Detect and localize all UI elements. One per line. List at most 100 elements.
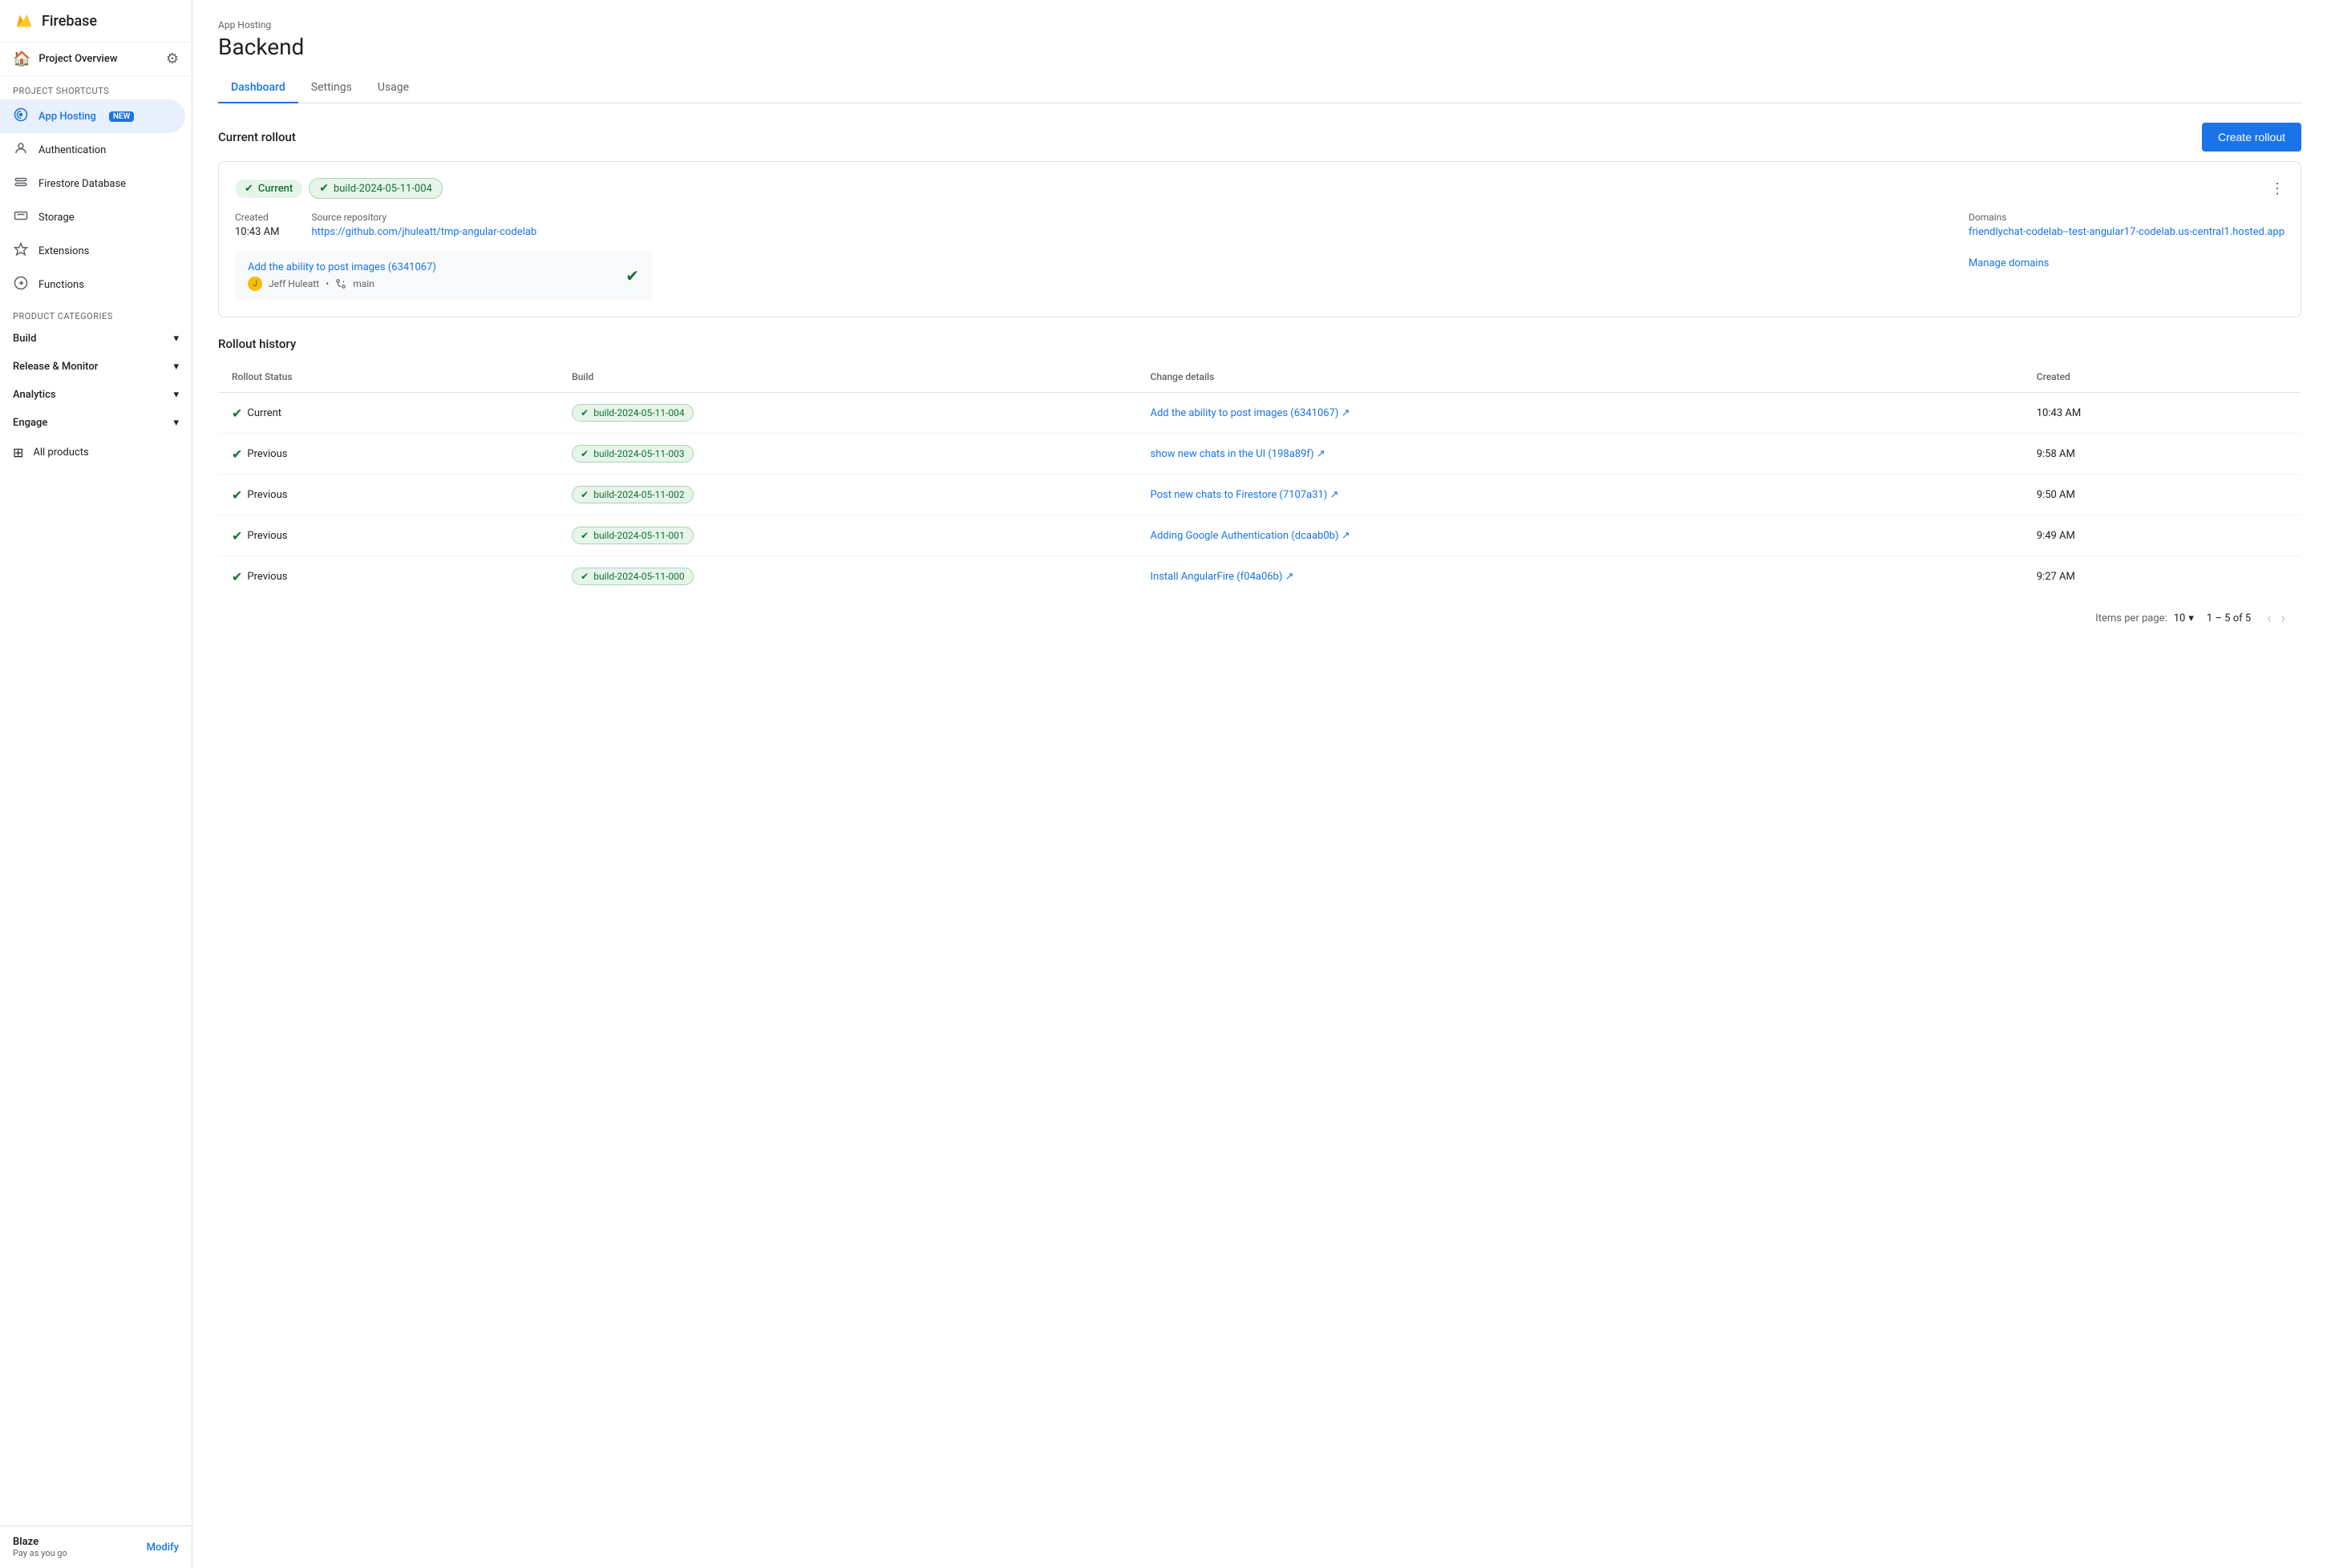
- rollout-card-left: Created 10:43 AM Source repository https…: [235, 212, 1943, 301]
- sidebar-item-authentication[interactable]: Authentication: [0, 133, 185, 167]
- build-badge-label: build-2024-05-11-000: [593, 571, 684, 582]
- modify-button[interactable]: Modify: [147, 1542, 179, 1554]
- status-icon: ✔: [232, 569, 242, 584]
- create-rollout-button[interactable]: Create rollout: [2202, 123, 2301, 152]
- col-rollout-status: Rollout Status: [219, 362, 560, 393]
- build-cell-1: ✔build-2024-05-11-003: [559, 434, 1137, 475]
- current-check-icon: ✔: [245, 183, 253, 195]
- rollout-menu-icon[interactable]: ⋮: [2270, 180, 2285, 197]
- created-label: Created: [235, 212, 279, 223]
- build-badge-label: build-2024-05-11-002: [593, 489, 684, 500]
- domain-link[interactable]: friendlychat-codelab--test-angular17-cod…: [1969, 226, 2285, 238]
- commit-link[interactable]: Add the ability to post images (6341067): [248, 261, 436, 273]
- build-check-icon: ✔: [319, 182, 329, 195]
- status-cell-3: ✔Previous: [219, 515, 560, 556]
- status-cell-4: ✔Previous: [219, 556, 560, 597]
- change-cell-2: Post new chats to Firestore (7107a31) ↗: [1137, 475, 2023, 515]
- items-per-page: Items per page: 10 ▾: [2095, 612, 2194, 624]
- project-overview-row[interactable]: 🏠 Project Overview ⚙: [0, 42, 192, 76]
- storage-label: Storage: [38, 212, 75, 224]
- manage-domains-link[interactable]: Manage domains: [1969, 257, 2285, 269]
- sidebar-item-extensions[interactable]: Extensions: [0, 234, 185, 268]
- commit-branch: main: [353, 278, 374, 289]
- build-cell-0: ✔build-2024-05-11-004: [559, 393, 1137, 434]
- status-cell-2: ✔Previous: [219, 475, 560, 515]
- commit-meta: J Jeff Huleatt • main: [248, 277, 436, 291]
- project-overview-label: Project Overview: [38, 53, 117, 65]
- created-cell-4: 9:27 AM: [2024, 556, 2301, 597]
- sidebar-category-build[interactable]: Build ▾: [0, 325, 192, 353]
- all-products-label: All products: [33, 447, 88, 459]
- status-text: Previous: [247, 448, 287, 460]
- sidebar-category-analytics[interactable]: Analytics ▾: [0, 381, 192, 409]
- build-badge: ✔build-2024-05-11-000: [572, 568, 693, 585]
- functions-icon: [13, 276, 29, 293]
- sidebar-item-functions[interactable]: Functions: [0, 268, 185, 301]
- sidebar-category-release-monitor[interactable]: Release & Monitor ▾: [0, 353, 192, 381]
- engage-label: Engage: [13, 417, 47, 429]
- per-page-chevron-icon: ▾: [2188, 612, 2194, 624]
- plan-name: Blaze: [13, 1536, 67, 1548]
- per-page-select[interactable]: 10 ▾: [2174, 612, 2194, 624]
- rollout-history-table: Rollout Status Build Change details Crea…: [218, 361, 2301, 597]
- release-monitor-chevron-icon: ▾: [173, 361, 179, 373]
- build-badge: ✔build-2024-05-11-003: [572, 445, 693, 463]
- tab-dashboard[interactable]: Dashboard: [218, 73, 298, 103]
- build-badge-label: build-2024-05-11-003: [593, 448, 684, 459]
- firestore-label: Firestore Database: [38, 178, 126, 190]
- build-badge: ✔ build-2024-05-11-002: [572, 486, 693, 503]
- change-cell-4: Install AngularFire (f04a06b) ↗: [1137, 556, 2023, 597]
- commit-author: Jeff Huleatt: [269, 278, 319, 289]
- author-avatar: J: [248, 277, 262, 291]
- status-icon: ✔: [232, 406, 242, 421]
- source-repo-link[interactable]: https://github.com/jhuleatt/tmp-angular-…: [311, 226, 536, 238]
- tab-usage[interactable]: Usage: [365, 73, 422, 103]
- table-row: ✔Previous ✔ build-2024-05-11-001 Adding Goo…: [219, 515, 2301, 556]
- status-text: Current: [247, 407, 281, 419]
- rollout-card-body: Created 10:43 AM Source repository https…: [235, 212, 2285, 301]
- status-cell-1: ✔Previous: [219, 434, 560, 475]
- build-badge-check: ✔: [581, 530, 589, 541]
- sidebar-footer: Blaze Pay as you go Modify: [0, 1526, 192, 1568]
- col-build: Build: [559, 362, 1137, 393]
- sidebar-item-firestore[interactable]: Firestore Database: [0, 167, 185, 200]
- gear-icon[interactable]: ⚙: [166, 51, 179, 67]
- status-text: Previous: [247, 530, 287, 542]
- main-content: App Hosting Backend Dashboard Settings U…: [192, 0, 2327, 1568]
- rollout-meta: Created 10:43 AM Source repository https…: [235, 212, 1943, 238]
- build-badge-label: build-2024-05-11-001: [593, 530, 684, 541]
- page-title: Backend: [218, 34, 2301, 60]
- domains-group: Domains friendlychat-codelab--test-angul…: [1969, 212, 2285, 238]
- change-link[interactable]: Post new chats to Firestore (7107a31) ↗: [1150, 489, 1338, 501]
- branch-icon: [335, 278, 346, 289]
- next-page-button[interactable]: ›: [2278, 607, 2289, 630]
- sidebar-item-all-products[interactable]: ⊞ All products: [0, 437, 192, 468]
- commit-info: Add the ability to post images (6341067)…: [248, 261, 436, 291]
- prev-page-button[interactable]: ‹: [2264, 607, 2274, 630]
- build-badge-check: ✔: [581, 489, 589, 500]
- rollout-badges: ✔ Current ✔ build-2024-05-11-004: [235, 178, 443, 199]
- tab-settings[interactable]: Settings: [298, 73, 365, 103]
- status-text: Previous: [247, 489, 287, 501]
- commit-success-icon: ✔: [625, 266, 639, 285]
- change-link[interactable]: Adding Google Authentication (dcaab0b) ↗: [1150, 530, 1350, 542]
- change-link[interactable]: Add the ability to post images (6341067)…: [1150, 407, 1350, 419]
- table-row: ✔Previous ✔build-2024-05-11-003 show new c…: [219, 434, 2301, 475]
- release-monitor-label: Release & Monitor: [13, 361, 98, 373]
- analytics-label: Analytics: [13, 389, 56, 401]
- sidebar-category-engage[interactable]: Engage ▾: [0, 409, 192, 437]
- commit-card: Add the ability to post images (6341067)…: [235, 251, 652, 301]
- sidebar-item-app-hosting[interactable]: App Hosting NEW: [0, 99, 185, 133]
- change-cell-0: Add the ability to post images (6341067)…: [1137, 393, 2023, 434]
- rollout-card-right: Domains friendlychat-codelab--test-angul…: [1969, 212, 2285, 301]
- build-badge-check: ✔: [581, 407, 589, 418]
- rollout-history-title: Rollout history: [218, 337, 2301, 351]
- sidebar-item-storage[interactable]: Storage: [0, 200, 185, 234]
- build-badge: ✔ build-2024-05-11-001: [572, 527, 693, 544]
- change-link[interactable]: Install AngularFire (f04a06b) ↗: [1150, 571, 1293, 583]
- per-page-value: 10: [2174, 612, 2186, 624]
- created-cell-2: 9:50 AM: [2024, 475, 2301, 515]
- storage-icon: [13, 208, 29, 226]
- authentication-label: Authentication: [38, 144, 106, 156]
- change-link[interactable]: show new chats in the UI (198a89f) ↗: [1150, 448, 1325, 460]
